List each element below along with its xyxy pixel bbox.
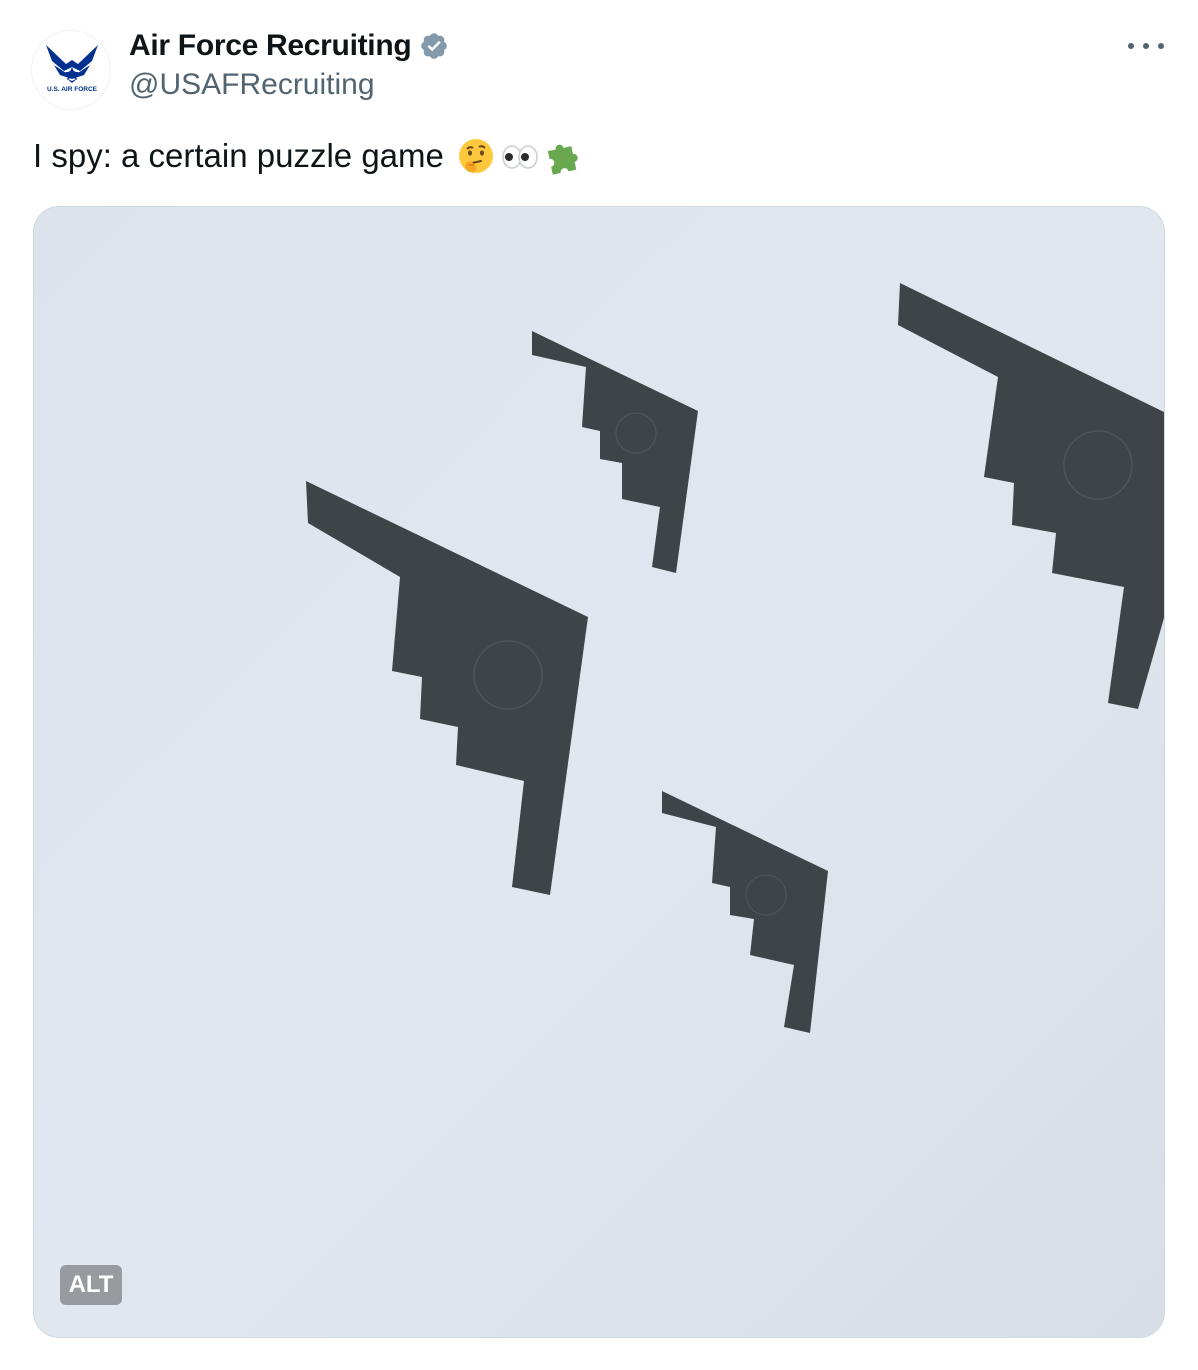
avatar-caption: U.S. AIR FORCE <box>47 86 98 93</box>
more-dot <box>1158 43 1164 49</box>
stealth-bomber-formation-image <box>34 207 1164 1337</box>
more-horizontal-icon[interactable] <box>1128 34 1164 58</box>
verified-badge-icon[interactable] <box>419 31 449 61</box>
puzzle-piece-emoji <box>547 144 578 175</box>
tweet-text-row: I spy: a certain puzzle game <box>33 136 584 176</box>
eyes-emoji <box>502 145 538 169</box>
more-dot <box>1128 43 1134 49</box>
tweet-photo[interactable]: ALT <box>33 206 1165 1338</box>
avatar[interactable]: U.S. AIR FORCE <box>31 30 111 110</box>
us-air-force-logo-icon: U.S. AIR FORCE <box>46 45 98 93</box>
author-handle[interactable]: @USAFRecruiting <box>129 68 375 102</box>
alt-text-button[interactable]: ALT <box>60 1265 122 1305</box>
author-name-row[interactable]: Air Force Recruiting <box>129 28 449 64</box>
tweet-text: I spy: a certain puzzle game <box>33 137 444 174</box>
more-dot <box>1143 43 1149 49</box>
author-name[interactable]: Air Force Recruiting <box>129 29 412 63</box>
thinking-face-emoji <box>458 139 493 173</box>
